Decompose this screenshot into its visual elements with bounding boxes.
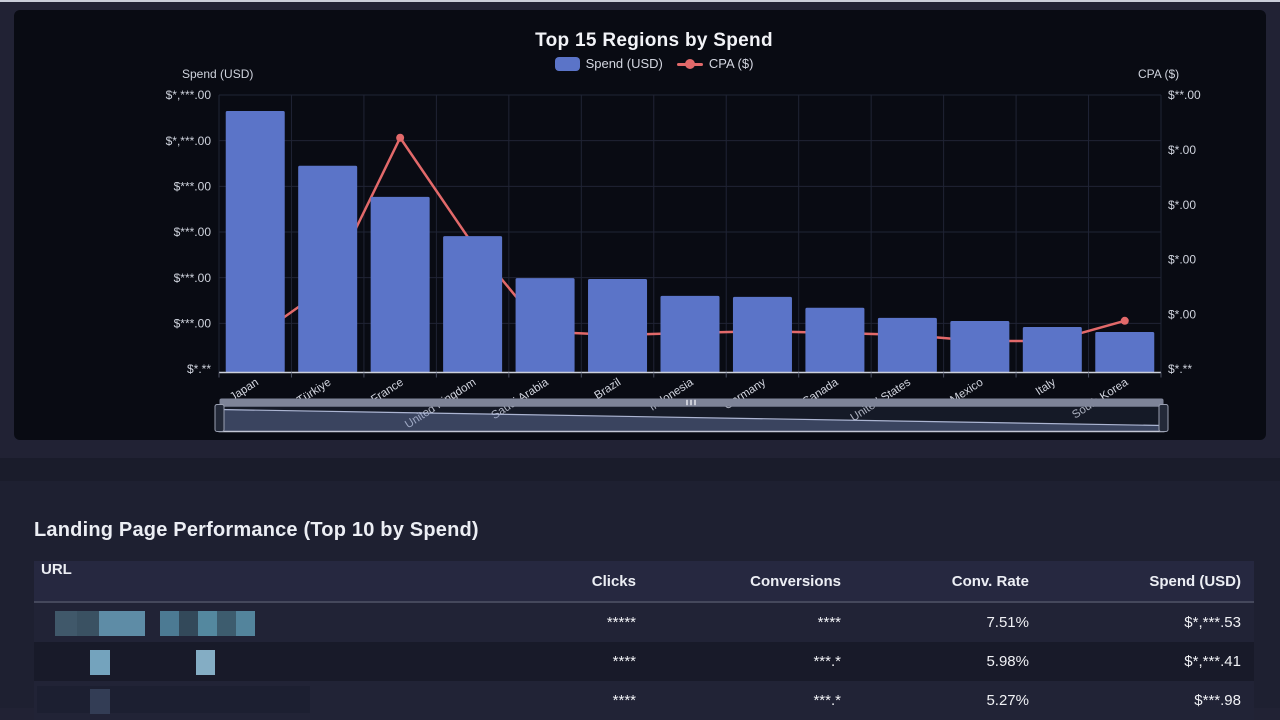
table-row: *********7.51%$*,***.53 <box>34 603 1254 642</box>
url-cell-redacted <box>34 603 504 642</box>
table-title: Landing Page Performance (Top 10 by Spen… <box>34 519 479 542</box>
bar-United States[interactable] <box>878 318 937 373</box>
header-spend-usd-: Spend (USD) <box>1042 573 1254 590</box>
spend-bar-series[interactable] <box>226 111 1155 373</box>
bar-Indonesia[interactable] <box>661 296 720 373</box>
svg-text:$***.00: $***.00 <box>174 180 212 194</box>
conv-rate-cell: 5.98% <box>854 653 1042 670</box>
svg-text:$*.00: $*.00 <box>1168 143 1196 157</box>
svg-text:$*.**: $*.** <box>1168 362 1192 376</box>
url-redaction-block <box>160 611 179 636</box>
bar-Japan[interactable] <box>226 111 285 373</box>
url-redaction-block <box>55 611 77 636</box>
url-redaction-block <box>217 611 236 636</box>
header-url: URL <box>34 561 504 601</box>
x-axis <box>219 373 1161 378</box>
bar-Saudi Arabia[interactable] <box>516 278 575 372</box>
header-conv-rate: Conv. Rate <box>854 573 1042 590</box>
table-row: *******.*5.27%$***.98 <box>34 681 1254 720</box>
url-redaction-block <box>236 611 255 636</box>
svg-text:$***.00: $***.00 <box>174 225 212 239</box>
right-axis-labels: $**.00 $*.00 $*.00 $*.00 $*.00 $*.** <box>1168 88 1201 376</box>
url-redaction-block <box>179 611 198 636</box>
datazoom-slider[interactable] <box>215 399 1168 432</box>
conv-rate-cell: 7.51% <box>854 614 1042 631</box>
svg-text:$*.**: $*.** <box>187 362 211 376</box>
spend-cell: $*,***.53 <box>1042 614 1254 631</box>
landing-page-table: URLClicksConversionsConv. RateSpend (USD… <box>34 561 1254 720</box>
left-axis-labels: $*,***.00 $*,***.00 $***.00 $***.00 $***.00 $… <box>166 88 212 376</box>
clicks-cell: **** <box>504 692 649 709</box>
url-redaction-block <box>196 650 215 675</box>
section-divider-band <box>0 458 1280 481</box>
landing-page-card: Landing Page Performance (Top 10 by Spen… <box>0 481 1280 708</box>
bar-United Kingdom[interactable] <box>443 236 502 372</box>
svg-text:$**.00: $**.00 <box>1168 88 1201 102</box>
url-redaction-block <box>99 611 123 636</box>
svg-text:$***.00: $***.00 <box>174 317 212 331</box>
url-redaction-block <box>90 650 110 675</box>
svg-text:$*.00: $*.00 <box>1168 253 1196 267</box>
url-redaction-block <box>198 611 217 636</box>
url-redaction-block <box>77 611 99 636</box>
bar-South Korea[interactable] <box>1095 332 1154 372</box>
url-cell-redacted <box>34 681 504 720</box>
move-handle-grip-icon <box>686 400 688 405</box>
bar-Italy[interactable] <box>1023 327 1082 373</box>
cpa-point-South Korea[interactable] <box>1121 317 1129 325</box>
bar-Canada[interactable] <box>805 308 864 373</box>
svg-text:$*.00: $*.00 <box>1168 307 1196 321</box>
svg-text:$*.00: $*.00 <box>1168 198 1196 212</box>
conversions-cell: **** <box>649 614 854 631</box>
bar-Türkiye[interactable] <box>298 166 357 373</box>
url-redaction-block <box>37 686 310 713</box>
datazoom-handle-left[interactable] <box>215 405 224 432</box>
conv-rate-cell: 5.27% <box>854 692 1042 709</box>
bar-Mexico[interactable] <box>950 321 1009 372</box>
top-edge-strip <box>0 0 1280 2</box>
table-header-row: URLClicksConversionsConv. RateSpend (USD… <box>34 561 1254 603</box>
clicks-cell: ***** <box>504 614 649 631</box>
url-redaction-block <box>90 689 110 714</box>
spend-cell: $*,***.41 <box>1042 653 1254 670</box>
bar-France[interactable] <box>371 197 430 373</box>
svg-text:$*,***.00: $*,***.00 <box>166 88 212 102</box>
clicks-cell: **** <box>504 653 649 670</box>
svg-text:$***.00: $***.00 <box>174 271 212 285</box>
cpa-point-France[interactable] <box>396 134 404 142</box>
move-handle-grip-icon <box>690 400 692 405</box>
conversions-cell: ***.* <box>649 692 854 709</box>
table-row: *******.*5.98%$*,***.41 <box>34 642 1254 681</box>
regions-spend-chart: $*,***.00 $*,***.00 $***.00 $***.00 $***.00 $… <box>14 10 1280 460</box>
move-handle-grip-icon <box>694 400 696 405</box>
spend-chart-card: Top 15 Regions by Spend Spend (USD) CPA … <box>14 10 1266 440</box>
spend-cell: $***.98 <box>1042 692 1254 709</box>
url-cell-redacted <box>34 642 504 681</box>
bar-Germany[interactable] <box>733 297 792 373</box>
conversions-cell: ***.* <box>649 653 854 670</box>
header-clicks: Clicks <box>504 573 649 590</box>
url-redaction-block <box>123 611 145 636</box>
bar-Brazil[interactable] <box>588 279 647 372</box>
svg-text:$*,***.00: $*,***.00 <box>166 134 212 148</box>
svg-text:Brazil: Brazil <box>593 376 624 402</box>
svg-text:Italy: Italy <box>1034 376 1058 398</box>
header-conversions: Conversions <box>649 573 854 590</box>
datazoom-handle-right[interactable] <box>1159 405 1168 432</box>
